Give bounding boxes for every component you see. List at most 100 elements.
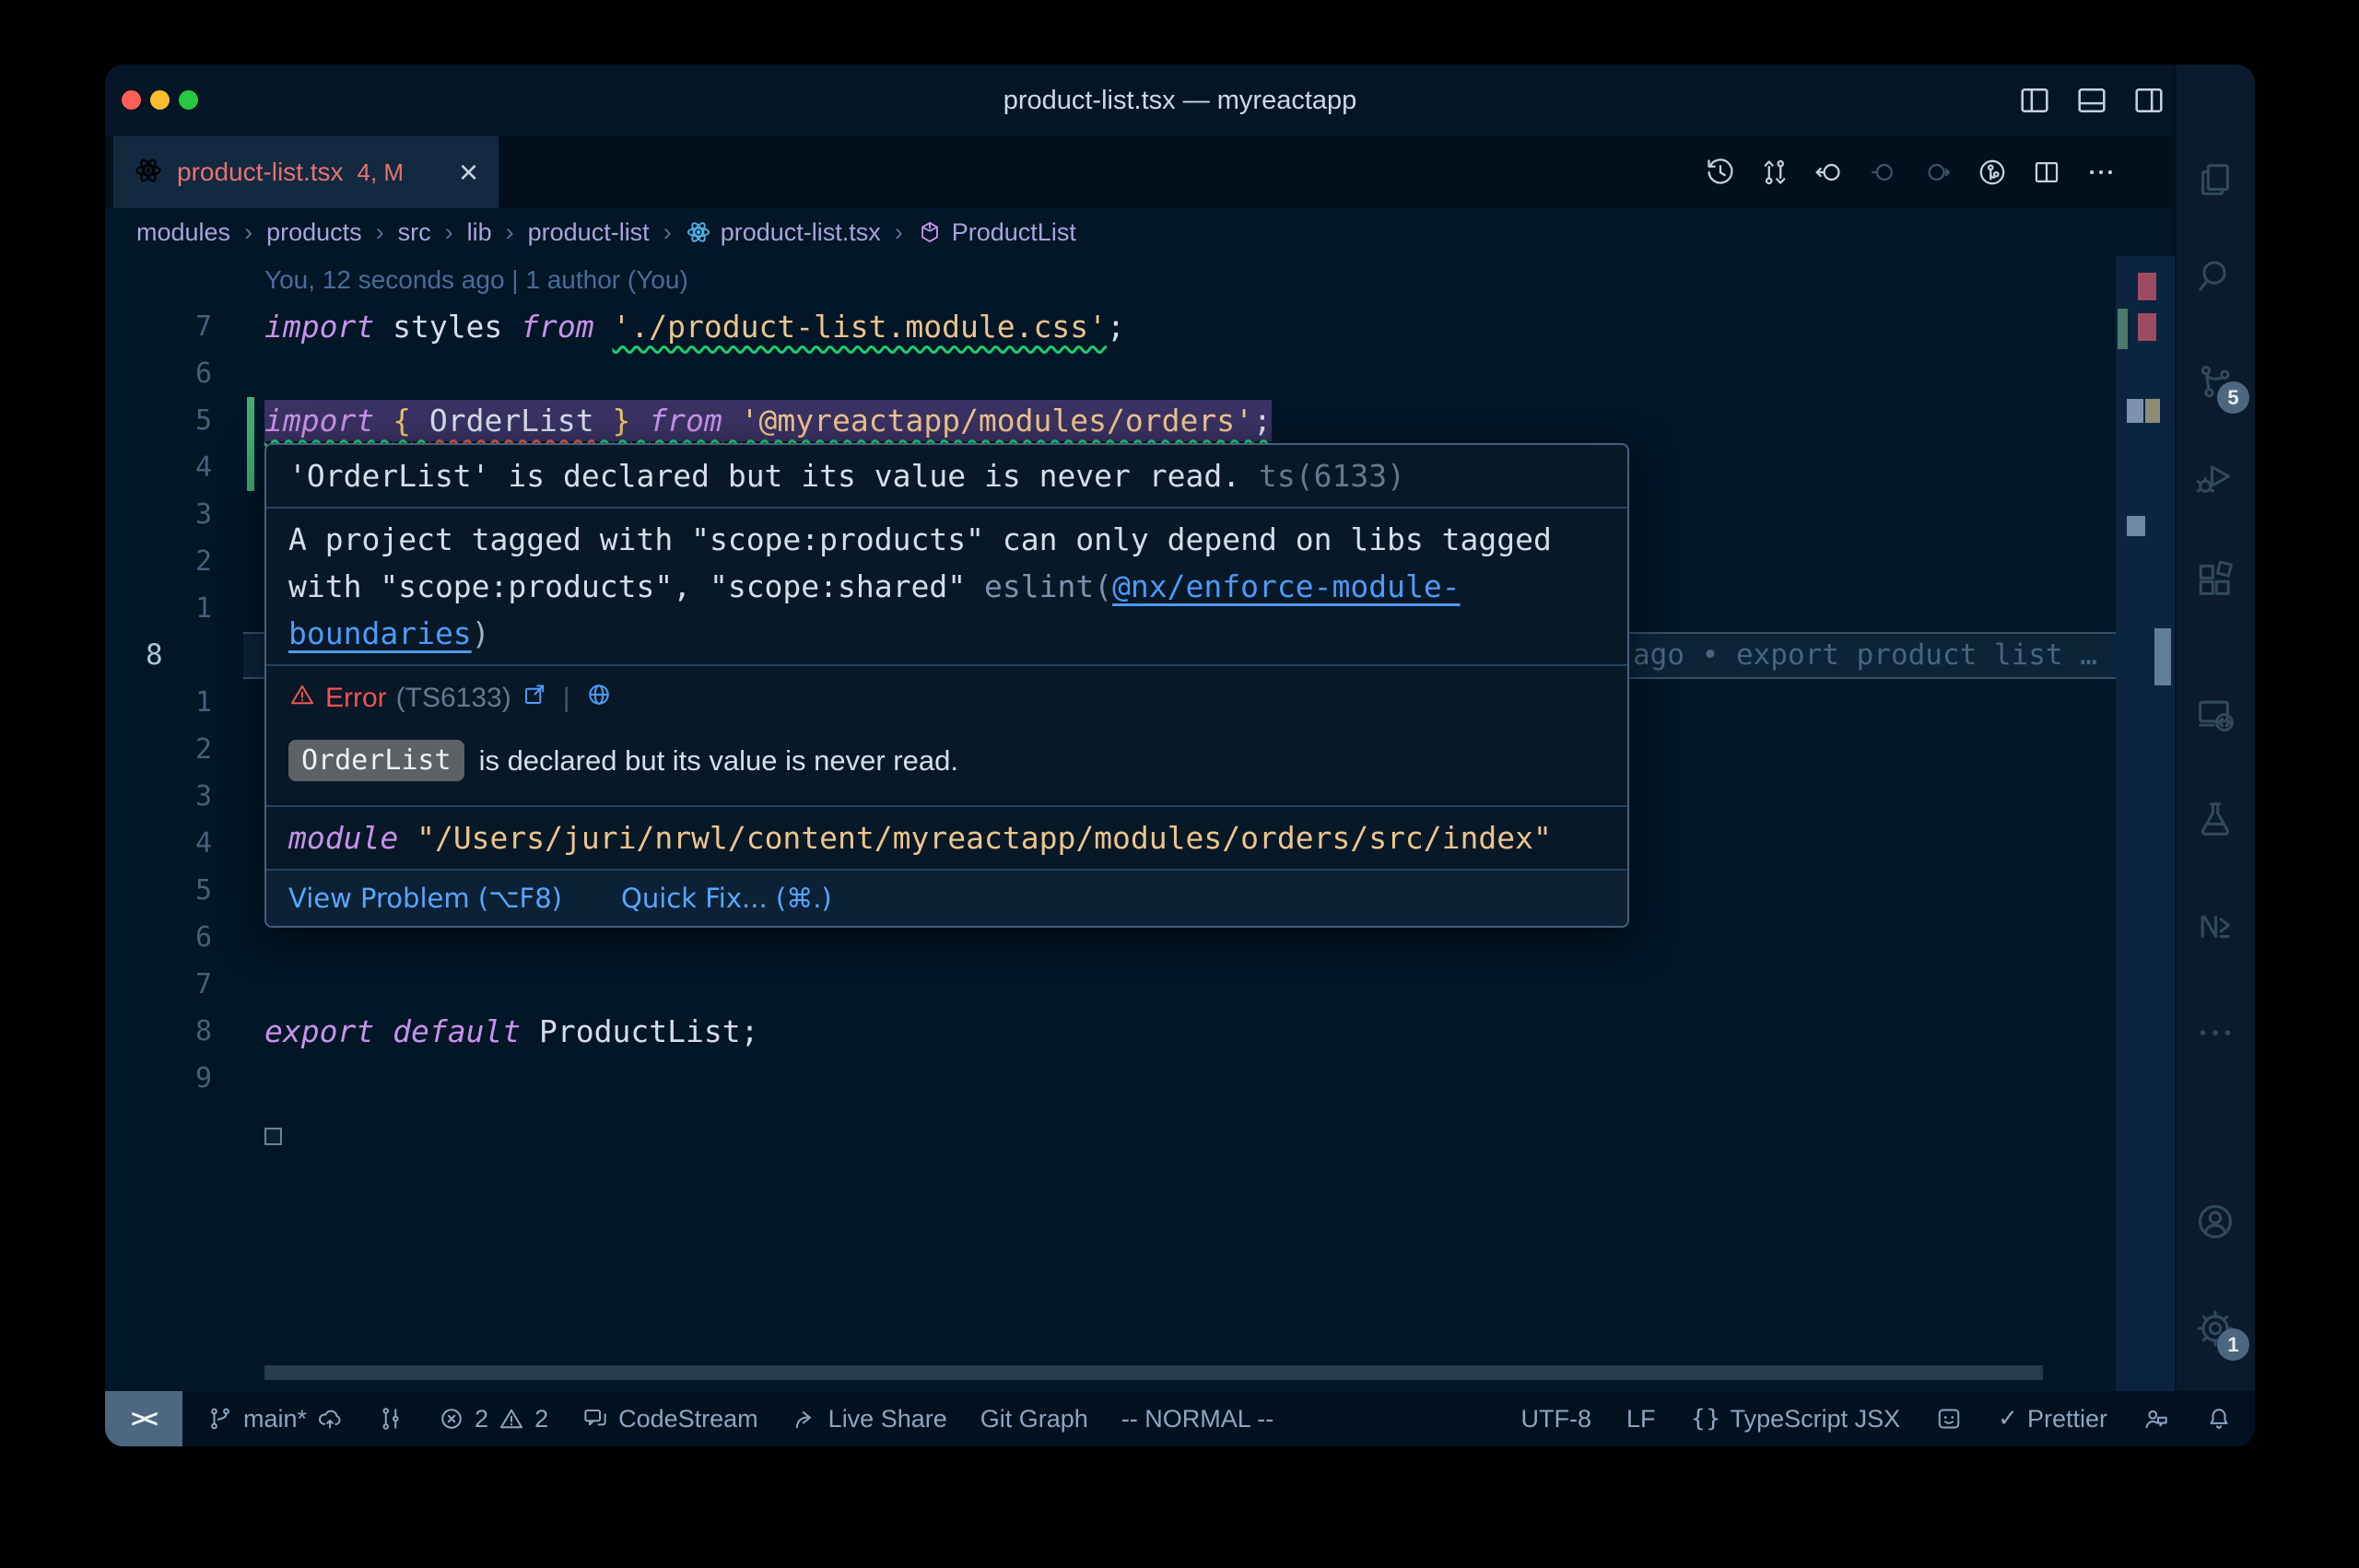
info-mark [2127, 399, 2143, 423]
status-branch[interactable]: main* [206, 1405, 344, 1433]
navigate-back-button[interactable] [1813, 157, 1845, 188]
status-git-graph[interactable]: Git Graph [980, 1405, 1088, 1433]
status-encoding[interactable]: UTF-8 [1520, 1405, 1591, 1433]
quick-fix-action[interactable]: Quick Fix... (⌘.) [621, 883, 832, 914]
activity-item-testing[interactable] [2194, 798, 2238, 842]
open-external-icon[interactable] [521, 681, 548, 716]
breadcrumb-item-src[interactable]: src [398, 218, 431, 247]
more-actions-button[interactable] [2085, 157, 2117, 188]
gitlens-graph-button[interactable] [1977, 157, 2008, 188]
line-number[interactable]: 2 [133, 726, 212, 773]
ts-error-code: ts(6133) [1259, 458, 1405, 494]
activity-item-nx-console[interactable] [2194, 906, 2238, 950]
live-share-label: Live Share [828, 1405, 947, 1433]
remote-indicator[interactable]: >< [105, 1391, 182, 1446]
tab-product-list[interactable]: product-list.tsx 4, M × [113, 136, 499, 208]
breadcrumb-item-products[interactable]: products [266, 218, 362, 247]
scrollbar-thumb [2154, 628, 2171, 685]
error-detail-body: OrderList is declared but its value is n… [266, 723, 1627, 805]
code-row[interactable]: 6 [105, 350, 2116, 397]
line-number[interactable]: 8 [133, 632, 225, 679]
editor[interactable]: You, 12 seconds ago | 1 author (You)7imp… [105, 256, 2175, 1391]
breadcrumb-item-modules[interactable]: modules [136, 218, 230, 247]
line-number[interactable]: 5 [133, 397, 212, 444]
change-mark [2118, 309, 2128, 349]
mask-icon [1935, 1405, 1963, 1433]
chevron-right-icon: › [506, 218, 514, 247]
breadcrumb-label: products [266, 218, 362, 247]
line-number[interactable]: 5 [133, 867, 212, 914]
titlebar[interactable]: product-list.tsx — myreactapp [105, 64, 2255, 136]
previous-change-button[interactable] [1868, 157, 1899, 188]
blame-annotation-row[interactable]: You, 12 seconds ago | 1 author (You) [105, 256, 2116, 303]
status-notifications[interactable] [2205, 1405, 2233, 1433]
status-eol[interactable]: LF [1626, 1405, 1656, 1433]
tooltip-resize-handle[interactable] [264, 1128, 282, 1145]
split-editor-button[interactable] [2031, 157, 2062, 188]
status-sync-commits[interactable] [377, 1405, 405, 1433]
status-problems[interactable]: 22 [438, 1405, 548, 1433]
line-number[interactable]: 1 [133, 679, 212, 726]
status-live-share[interactable]: Live Share [792, 1405, 947, 1433]
status-extension-item[interactable] [1935, 1405, 1963, 1433]
activity-item-explorer[interactable] [2194, 159, 2238, 204]
breadcrumb-item-product-list-tsx[interactable]: product-list.tsx [686, 218, 881, 247]
activity-item-search[interactable] [2194, 254, 2238, 298]
status-vim-mode[interactable]: -- NORMAL -- [1121, 1405, 1273, 1433]
status-prettier[interactable]: ✓Prettier [1998, 1405, 2107, 1433]
activity-item-extensions[interactable] [2194, 558, 2238, 603]
account-icon [2194, 1200, 2236, 1243]
activity-item-account[interactable] [2194, 1200, 2238, 1245]
search-icon [2194, 254, 2236, 297]
activity-item-remote-explorer[interactable] [2194, 694, 2238, 738]
horizontal-scrollbar[interactable] [264, 1365, 2043, 1380]
status-codestream[interactable]: CodeStream [581, 1405, 758, 1433]
line-number[interactable]: 6 [133, 914, 212, 961]
status-language-mode[interactable]: {}TypeScript JSX [1691, 1405, 1901, 1433]
status-feedback[interactable] [2142, 1405, 2170, 1433]
line-number[interactable]: 7 [133, 961, 212, 1008]
line-number[interactable]: 2 [133, 538, 212, 585]
module-path: "/Users/juri/nrwl/content/myreactapp/mod… [417, 820, 1552, 856]
line-number[interactable]: 7 [133, 303, 212, 350]
line-number[interactable]: 4 [133, 820, 212, 867]
line-number[interactable]: 3 [133, 773, 212, 820]
next-change-button[interactable] [1922, 157, 1954, 188]
code-row[interactable]: 7 [105, 961, 2116, 1008]
toggle-panel-bottom-button[interactable] [2074, 83, 2109, 118]
timeline-history-button[interactable] [1705, 157, 1736, 188]
breadcrumb-label: lib [467, 218, 492, 247]
breadcrumb-label: product-list.tsx [721, 218, 881, 247]
activity-item-run-debug[interactable] [2194, 455, 2238, 499]
breadcrumb-item-productlist[interactable]: ProductList [917, 218, 1076, 247]
breadcrumb-item-lib[interactable]: lib [467, 218, 492, 247]
toggle-panel-left-button[interactable] [2017, 83, 2052, 118]
globe-icon[interactable] [585, 681, 613, 716]
activity-item-source-control[interactable]: 5 [2194, 360, 2238, 404]
error-mark [2138, 313, 2156, 341]
code-row[interactable]: 7import styles from './product-list.modu… [105, 303, 2116, 350]
editor-actions [1705, 136, 2117, 208]
desktop-background: { "window": { "title": "product-list.tsx… [0, 0, 2359, 1568]
close-tab-icon[interactable]: × [459, 156, 478, 189]
bell-icon [2205, 1405, 2233, 1433]
react-icon [134, 156, 163, 190]
line-number[interactable]: 8 [133, 1008, 212, 1055]
activity-bar: 51 [2175, 64, 2255, 1391]
line-number[interactable]: 3 [133, 491, 212, 538]
activity-item-additional-views[interactable] [2194, 1012, 2238, 1056]
code-row[interactable]: 8export default ProductList; [105, 1008, 2116, 1055]
line-number[interactable]: 4 [133, 444, 212, 491]
code-row[interactable]: 5import { OrderList } from '@myreactapp/… [105, 397, 2116, 444]
breadcrumb-item-product-list[interactable]: product-list [528, 218, 650, 247]
line-number[interactable]: 6 [133, 350, 212, 397]
overview-ruler[interactable] [2116, 256, 2175, 1391]
view-problem-action[interactable]: View Problem (⌥F8) [288, 883, 562, 914]
activity-item-settings[interactable]: 1 [2194, 1307, 2238, 1352]
open-changes-button[interactable] [1759, 157, 1790, 188]
comment-icon [581, 1405, 609, 1433]
line-number[interactable]: 9 [133, 1055, 212, 1102]
code-row[interactable]: 9 [105, 1055, 2116, 1102]
line-number[interactable]: 1 [133, 585, 212, 632]
toggle-panel-right-button[interactable] [2131, 83, 2166, 118]
